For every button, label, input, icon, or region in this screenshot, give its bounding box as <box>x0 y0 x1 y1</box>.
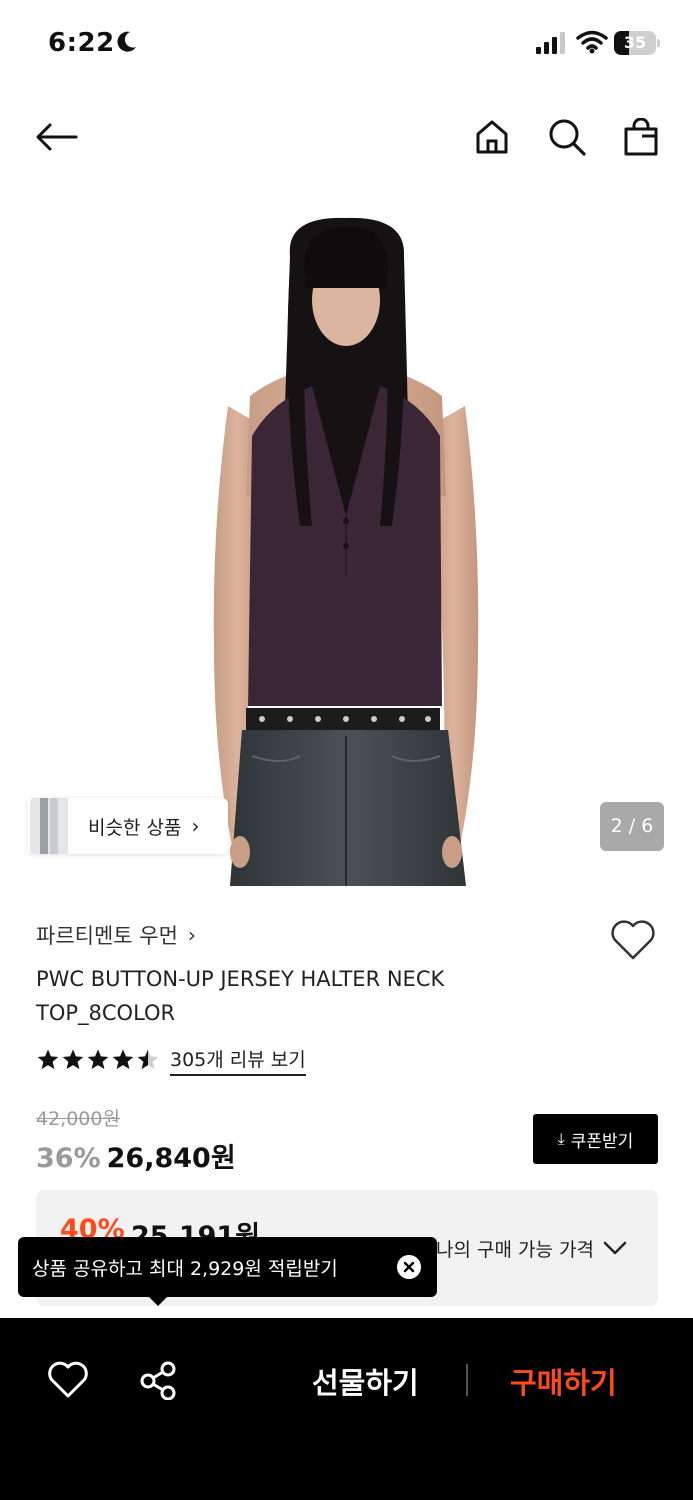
home-icon <box>476 120 508 154</box>
heart-icon <box>48 1361 88 1398</box>
brand-name: 파르티멘토 우먼 <box>36 924 178 948</box>
chevron-right-icon: › <box>187 923 196 947</box>
original-price: 42,000원 <box>36 1108 120 1130</box>
share-reward-toast: 상품 공유하고 최대 2,929원 적립받기 <box>18 1237 437 1297</box>
heart-icon <box>611 920 655 960</box>
coupon-button[interactable]: ⤓ 쿠폰받기 <box>533 1114 658 1164</box>
share-icon <box>140 1361 176 1401</box>
wifi-icon <box>576 30 608 54</box>
star-icon <box>112 1049 134 1069</box>
back-arrow-icon <box>36 123 78 151</box>
battery-text: 35 <box>623 33 647 52</box>
star-icon <box>62 1049 84 1069</box>
status-time: 6:22 <box>48 28 115 58</box>
star-icon <box>37 1049 59 1069</box>
product-image-gallery[interactable]: 비슷한 상품 › 2 / 6 <box>0 196 693 886</box>
cellular-signal-icon <box>536 32 565 54</box>
similar-product-thumbnail <box>30 798 68 854</box>
search-icon <box>549 119 586 156</box>
chevron-right-icon: › <box>191 814 200 838</box>
bottom-action-bar: 선물하기 구매하기 <box>0 1318 693 1500</box>
status-bar: 6:22 35 <box>0 0 693 90</box>
star-icon <box>137 1049 159 1069</box>
discount-rate: 36% <box>36 1143 101 1174</box>
similar-products-button[interactable]: 비슷한 상품 › <box>28 798 228 854</box>
chevron-down-icon <box>603 1241 627 1255</box>
search-button[interactable] <box>544 114 590 160</box>
wishlist-button[interactable] <box>609 918 657 962</box>
star-icon <box>87 1049 109 1069</box>
product-photo <box>213 217 479 886</box>
image-page-counter: 2 / 6 <box>600 802 664 851</box>
toast-text: 상품 공유하고 최대 2,929원 적립받기 <box>32 1257 338 1280</box>
download-icon: ⤓ <box>557 1129 565 1148</box>
best-price-label: 나의 구매 가능 가격 <box>436 1239 594 1261</box>
close-icon[interactable] <box>397 1255 421 1279</box>
reviews-link[interactable]: 305개 리뷰 보기 <box>170 1045 306 1076</box>
home-button[interactable] <box>469 114 515 160</box>
toast-pointer <box>148 1296 168 1306</box>
brand-link[interactable]: 파르티멘토 우먼 › <box>36 920 196 950</box>
battery-icon: 35 <box>614 31 660 55</box>
product-title: PWC BUTTON-UP JERSEY HALTER NECK TOP_8CO… <box>36 967 445 1025</box>
divider <box>466 1364 468 1396</box>
share-button[interactable] <box>138 1360 180 1401</box>
rating-stars <box>36 1048 160 1072</box>
rating-row: 305개 리뷰 보기 <box>36 1044 306 1076</box>
back-button[interactable] <box>33 114 79 160</box>
top-nav <box>0 100 693 176</box>
gift-button[interactable]: 선물하기 <box>312 1360 419 1402</box>
coupon-label: 쿠폰받기 <box>570 1131 634 1152</box>
sale-price: 26,840원 <box>106 1143 236 1174</box>
like-button[interactable] <box>46 1360 90 1400</box>
moon-icon <box>117 31 136 52</box>
buy-button[interactable]: 구매하기 <box>510 1360 617 1402</box>
cart-button[interactable] <box>618 114 664 160</box>
shopping-bag-icon <box>624 118 658 156</box>
price-row: 36% 26,840원 <box>36 1136 236 1175</box>
similar-products-label: 비슷한 상품 <box>88 816 182 839</box>
